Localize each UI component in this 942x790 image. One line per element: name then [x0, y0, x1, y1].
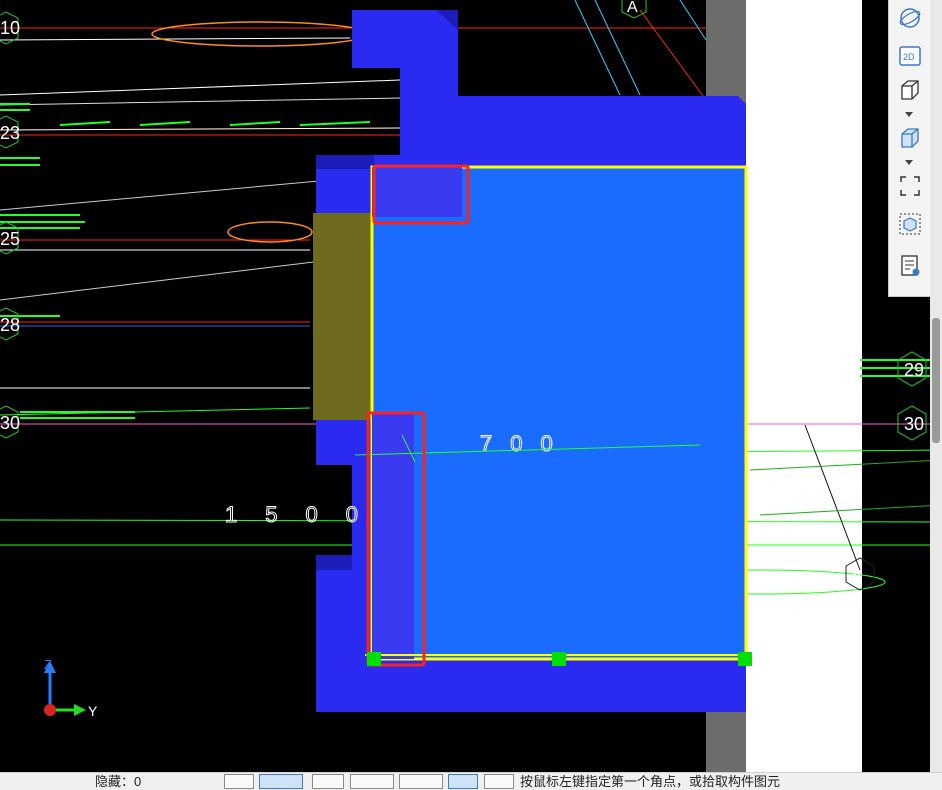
- grip-point-mid[interactable]: [552, 652, 566, 666]
- left-axis-labels: 10 23 25 28 30: [0, 18, 20, 433]
- axis-y-label: Y: [88, 703, 98, 719]
- orange-ellipse: [227, 221, 313, 243]
- view-3d-solid-icon[interactable]: [896, 124, 924, 152]
- grid-bubble-a-top: A: [621, 0, 647, 19]
- selected-slab[interactable]: [370, 165, 748, 661]
- axis-z-label: Z: [44, 657, 52, 672]
- grid-toggle[interactable]: [312, 774, 344, 789]
- grip-point-left[interactable]: [367, 652, 381, 666]
- grid-bubbles-left: [0, 11, 19, 439]
- polar-toggle[interactable]: [350, 774, 394, 789]
- right-black-band: [862, 0, 888, 772]
- view-properties-icon[interactable]: [896, 252, 924, 280]
- axis-label: 25: [0, 229, 20, 249]
- axis-label: 10: [0, 18, 20, 38]
- orbit-icon[interactable]: [896, 4, 924, 32]
- olive-panel: [313, 213, 371, 420]
- axis-indicator: Z Y: [40, 655, 110, 721]
- chevron-down-icon[interactable]: [905, 112, 913, 117]
- dimension-text-1500: 1500: [225, 502, 386, 527]
- right-axis-labels: 29 30: [897, 351, 927, 441]
- select-mode-toggle[interactable]: [448, 774, 478, 789]
- orange-ellipse: [151, 21, 369, 47]
- white-panel: [746, 0, 862, 772]
- axis-label: 30: [904, 414, 924, 434]
- axis-label: 28: [0, 315, 20, 335]
- snap-toggle[interactable]: [259, 774, 303, 789]
- command-prompt: 按鼠标左键指定第一个角点，或拾取构件图元: [520, 774, 781, 789]
- model-scene[interactable]: 10 23 25 28 30 29 30 A A 700 1500: [0, 0, 942, 772]
- status-bar: 隐藏：0 按鼠标左键指定第一个角点，或拾取构件图元: [0, 772, 942, 790]
- chevron-down-icon[interactable]: [905, 160, 913, 165]
- 3d-viewport[interactable]: 10 23 25 28 30 29 30 A A 700 1500 Z Y: [0, 0, 942, 772]
- ortho-toggle[interactable]: [224, 774, 254, 789]
- svg-text:2D: 2D: [903, 52, 915, 62]
- layer-toggle[interactable]: [484, 774, 514, 789]
- axis-label: 29: [904, 360, 924, 380]
- axis-label: 30: [0, 413, 20, 433]
- slab-edge-bottom: [372, 414, 414, 659]
- view-3d-wire-icon[interactable]: [896, 76, 924, 104]
- view-2d-icon[interactable]: 2D: [896, 42, 924, 70]
- fit-view-icon[interactable]: [896, 172, 924, 200]
- hidden-count: 隐藏：0: [95, 774, 142, 789]
- axis-label: 23: [0, 123, 20, 143]
- view-toolbar: 2D: [888, 0, 931, 297]
- dimension-text-700: 700: [480, 431, 571, 456]
- dynamic-input-toggle[interactable]: [399, 774, 443, 789]
- svg-text:A: A: [627, 0, 638, 16]
- slab-corner-top: [372, 167, 462, 217]
- scrollbar-thumb[interactable]: [932, 318, 940, 443]
- grip-point-right[interactable]: [738, 652, 752, 666]
- display-mode-icon[interactable]: [896, 210, 924, 238]
- svg-text:A: A: [852, 567, 862, 584]
